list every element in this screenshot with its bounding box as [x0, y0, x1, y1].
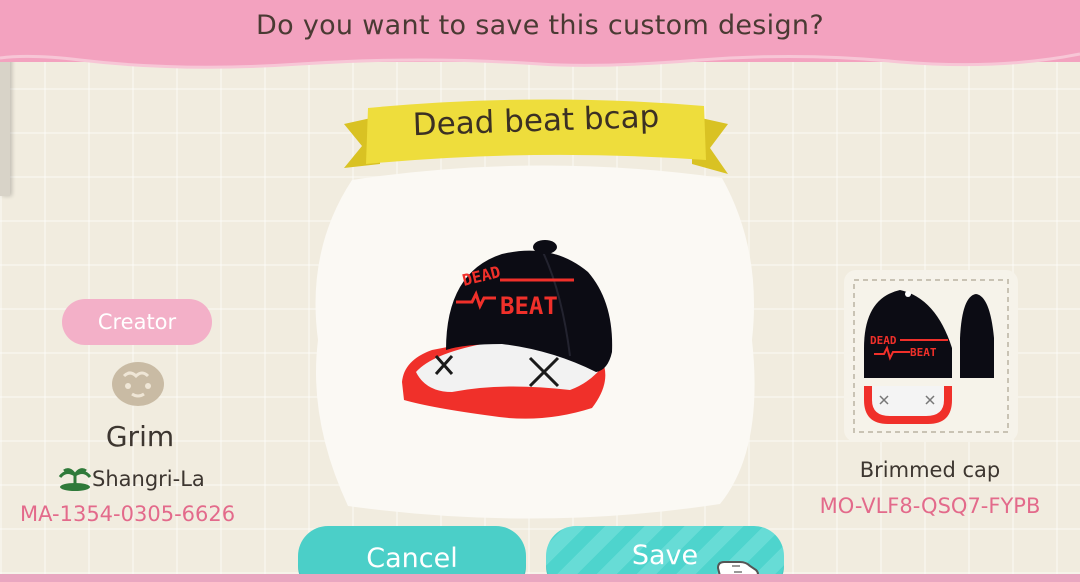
cap-preview: DEAD BEAT — [402, 240, 613, 419]
pattern-text-top: DEAD — [870, 334, 897, 347]
design-code: MO-VLF8-QSQ7-FYPB — [819, 494, 1041, 518]
creator-island: Shangri-La — [58, 465, 205, 493]
island-palm-icon — [58, 468, 92, 491]
creator-label: Creator — [62, 299, 212, 345]
banner-wave — [0, 48, 1080, 69]
save-prompt: Do you want to save this custom design? — [256, 10, 824, 41]
creator-name: Grim — [105, 420, 175, 453]
pattern-text-bottom: BEAT — [910, 346, 937, 359]
bottom-bar — [0, 574, 1080, 582]
island-name: Shangri-La — [92, 467, 205, 491]
cap-text-bottom: BEAT — [500, 292, 558, 320]
pattern-layout-preview: DEAD BEAT — [853, 279, 1009, 433]
villager-face-icon — [112, 362, 164, 406]
creator-code: MA-1354-0305-6626 — [20, 502, 236, 526]
item-type: Brimmed cap — [859, 458, 1001, 482]
save-design-screen: Do you want to save this custom design? … — [0, 0, 1080, 582]
